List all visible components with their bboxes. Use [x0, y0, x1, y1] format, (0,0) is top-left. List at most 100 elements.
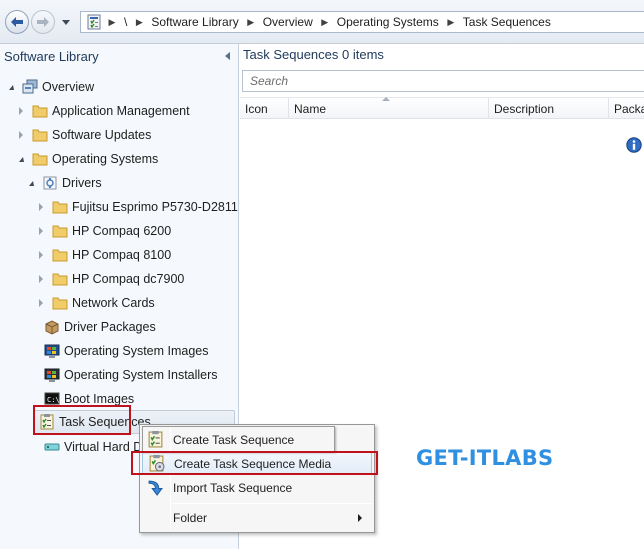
tree-item-label: Driver Packages: [64, 320, 156, 334]
column-header-label: Package: [614, 101, 644, 116]
tree-item-boot-images[interactable]: C:\ Boot Images: [28, 388, 134, 410]
chevron-down-icon: [62, 19, 70, 25]
menu-item-create-task-sequence-media[interactable]: Create Task Sequence Media: [142, 452, 372, 475]
submenu-arrow-icon: [358, 514, 362, 522]
breadcrumb-item-operating-systems[interactable]: Operating Systems: [335, 15, 441, 29]
column-header-label: Description: [494, 101, 555, 116]
folder-icon: [52, 249, 68, 262]
history-dropdown[interactable]: [60, 14, 72, 30]
folder-icon: [52, 273, 68, 286]
breadcrumb-root[interactable]: \: [122, 15, 129, 29]
no-expand-spacer: [28, 346, 38, 356]
expand-toggle-icon[interactable]: [26, 178, 36, 188]
folder-icon: [52, 201, 68, 214]
menu-item-folder[interactable]: Folder: [142, 506, 372, 529]
tree-item-overview[interactable]: Overview: [6, 76, 94, 98]
tree-item-virtual-hard-disks[interactable]: Virtual Hard D: [28, 436, 142, 458]
column-header-description[interactable]: Description: [489, 98, 609, 119]
column-header-name[interactable]: Name: [289, 98, 489, 119]
tree-item-label: Fujitsu Esprimo P5730-D2811: [72, 200, 238, 214]
folder-icon: [32, 105, 48, 118]
expand-toggle-icon[interactable]: [16, 154, 26, 164]
tree-item-os-installers[interactable]: Operating System Installers: [28, 364, 218, 386]
folder-icon: [32, 153, 48, 166]
tree-item-label: Network Cards: [72, 296, 155, 310]
tree-item-os-images[interactable]: Operating System Images: [28, 340, 209, 362]
import-arrow-icon: [148, 480, 163, 496]
forward-button[interactable]: [31, 10, 55, 34]
search-box[interactable]: [242, 70, 644, 92]
menu-item-create-task-sequence[interactable]: Create Task Sequence: [142, 428, 372, 451]
menu-item-label: Folder: [173, 510, 208, 525]
tree-item-label: Task Sequences: [59, 415, 151, 429]
tree-item-hp-compaq-6200[interactable]: HP Compaq 6200: [36, 220, 171, 242]
tree-item-label: Virtual Hard D: [64, 440, 143, 454]
overview-icon: [22, 79, 38, 94]
tree-item-hp-compaq-8100[interactable]: HP Compaq 8100: [36, 244, 171, 266]
back-arrow-icon: [11, 17, 23, 27]
tree-item-label: Operating System Images: [64, 344, 209, 358]
menu-item-import-task-sequence[interactable]: Import Task Sequence: [142, 476, 372, 499]
column-header-label: Icon: [245, 101, 268, 116]
column-header-label: Name: [294, 101, 327, 116]
tree-item-operating-systems[interactable]: Operating Systems: [16, 148, 158, 170]
expand-toggle-icon[interactable]: [16, 106, 26, 116]
breadcrumb-item-overview[interactable]: Overview: [261, 15, 315, 29]
watermark-text: GET-ITLABS: [416, 446, 554, 470]
os-installer-icon: [44, 368, 60, 382]
column-header-row: Icon Name Description Package: [240, 97, 644, 119]
search-input[interactable]: [250, 74, 630, 88]
expand-toggle-icon[interactable]: [16, 130, 26, 140]
results-title: Task Sequences 0 items: [243, 47, 384, 62]
tree-item-label: Boot Images: [64, 392, 135, 406]
no-expand-spacer: [28, 370, 38, 380]
driver-package-icon: [45, 320, 59, 335]
forward-arrow-icon: [37, 17, 49, 27]
create-media-icon: [149, 455, 165, 472]
tree-item-application-management[interactable]: Application Management: [16, 100, 190, 122]
expand-toggle-icon[interactable]: [36, 226, 46, 236]
expand-toggle-icon[interactable]: [36, 202, 46, 212]
menu-item-label: Create Task Sequence: [173, 432, 295, 447]
virtual-disk-icon: [44, 443, 60, 451]
boot-image-icon: C:\: [44, 392, 60, 406]
breadcrumb-separator-icon[interactable]: ▶: [441, 17, 461, 28]
expand-toggle-icon[interactable]: [36, 298, 46, 308]
no-expand-spacer: [28, 442, 38, 452]
column-header-package[interactable]: Package: [609, 98, 644, 119]
pane-title: Software Library: [0, 44, 239, 68]
tree-item-drivers[interactable]: Drivers: [26, 172, 102, 194]
folder-icon: [52, 297, 68, 310]
task-sequence-icon: [40, 414, 54, 430]
tree-item-software-updates[interactable]: Software Updates: [16, 124, 151, 146]
tree-item-label: Operating Systems: [52, 152, 159, 166]
tree-item-label: Overview: [42, 80, 95, 94]
tree-item-hp-compaq-dc7900[interactable]: HP Compaq dc7900: [36, 268, 184, 290]
breadcrumb-separator-icon[interactable]: ▶: [241, 17, 261, 28]
pane-title-label: Software Library: [4, 48, 99, 64]
tree-item-driver-packages[interactable]: Driver Packages: [28, 316, 156, 338]
info-icon[interactable]: [626, 137, 642, 153]
collapse-pane-icon[interactable]: [225, 52, 230, 60]
tree-item-label: Drivers: [62, 176, 102, 190]
expand-toggle-icon[interactable]: [6, 82, 16, 92]
tree-item-label: HP Compaq 6200: [72, 224, 172, 238]
expand-toggle-icon[interactable]: [36, 274, 46, 284]
create-task-sequence-icon: [148, 431, 163, 448]
column-header-icon[interactable]: Icon: [240, 98, 289, 119]
console-root-icon[interactable]: [86, 14, 102, 30]
tree-item-network-cards[interactable]: Network Cards: [36, 292, 155, 314]
folder-icon: [32, 129, 48, 142]
expand-toggle-icon[interactable]: [36, 250, 46, 260]
menu-separator: [172, 503, 372, 504]
back-button[interactable]: [5, 10, 29, 34]
breadcrumb-item-task-sequences[interactable]: Task Sequences: [461, 15, 553, 29]
address-toolbar: ▶ \ ▶ Software Library ▶ Overview ▶ Oper…: [0, 0, 644, 44]
breadcrumb-item-software-library[interactable]: Software Library: [149, 15, 240, 29]
tree-item-label: Operating System Installers: [64, 368, 218, 382]
menu-item-label: Create Task Sequence Media: [174, 456, 332, 471]
breadcrumb-separator-icon[interactable]: ▶: [315, 17, 335, 28]
tree-item-fujitsu-esprimo[interactable]: Fujitsu Esprimo P5730-D2811: [36, 196, 238, 218]
tree-item-label: Software Updates: [52, 128, 152, 142]
breadcrumb-separator-icon[interactable]: ▶: [129, 17, 149, 28]
